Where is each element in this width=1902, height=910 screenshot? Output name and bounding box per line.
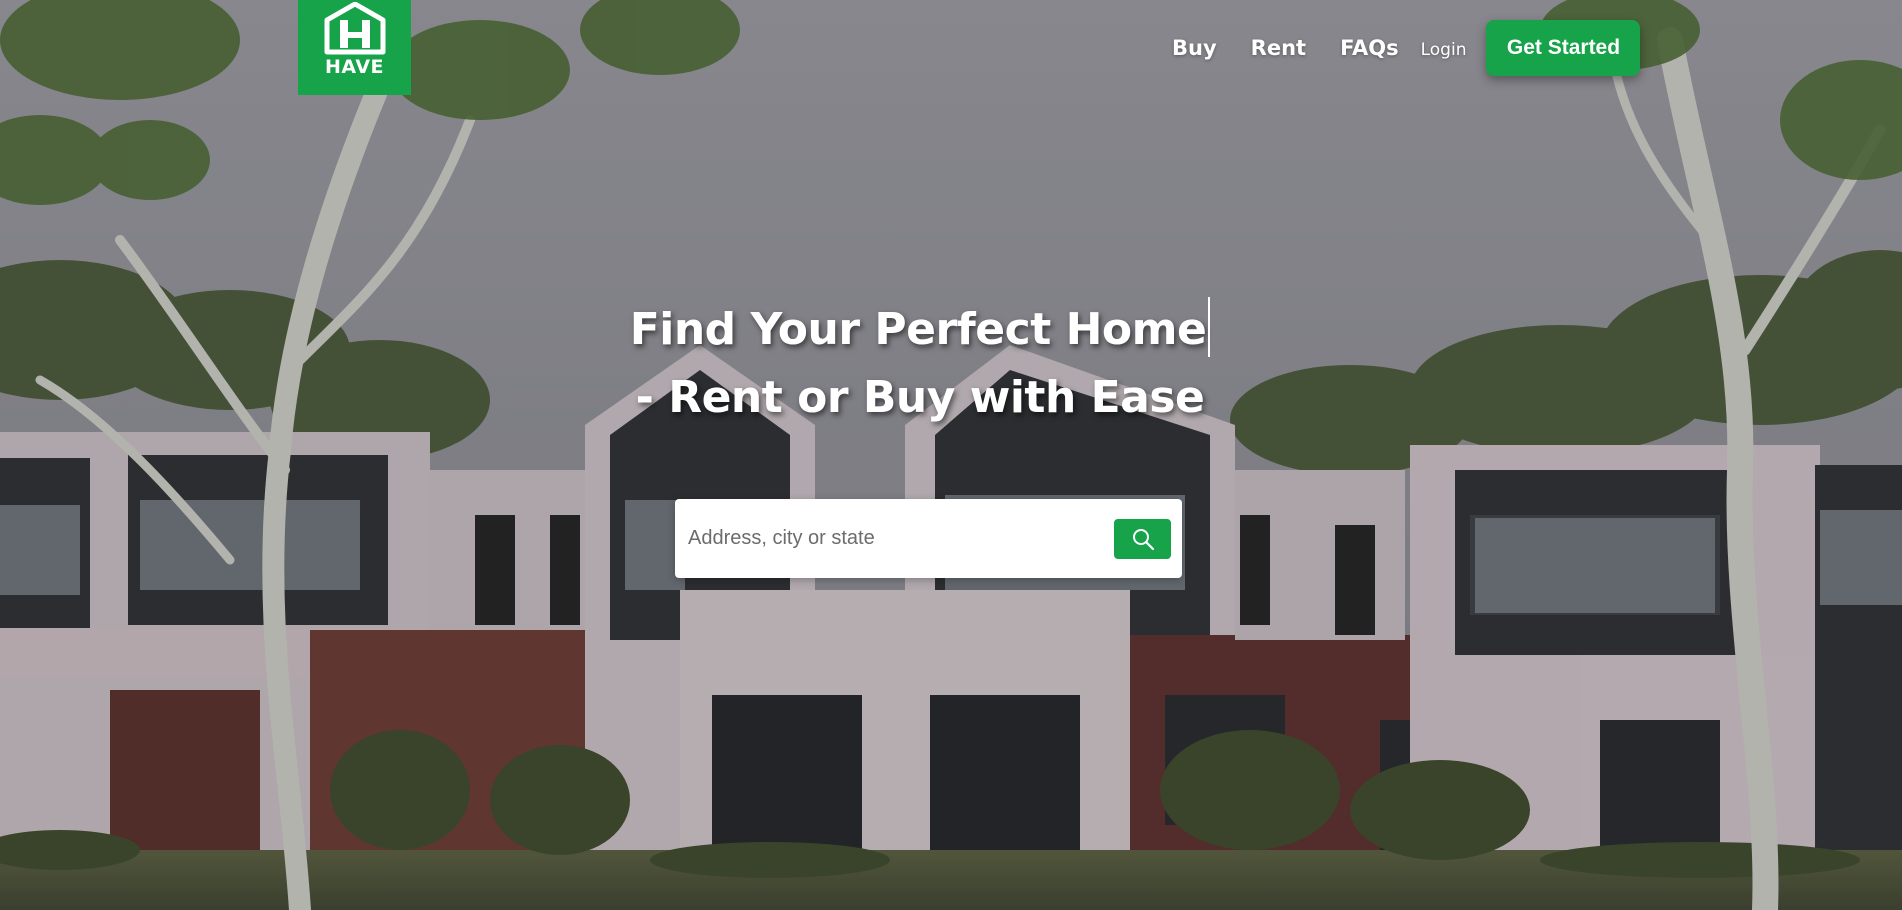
search-icon <box>1132 528 1154 550</box>
get-started-button[interactable]: Get Started <box>1486 20 1641 76</box>
hero-headline-line1: Find Your Perfect Home <box>629 304 1207 355</box>
nav-link-rent[interactable]: Rent <box>1251 36 1306 60</box>
hero-headline: Find Your Perfect Home - Rent or Buy wit… <box>560 296 1280 432</box>
search-button[interactable] <box>1114 518 1171 559</box>
brand-logo[interactable]: HAVE <box>298 0 411 95</box>
brand-name: HAVE <box>325 56 384 78</box>
main-nav: Buy Rent FAQs Login Get Started <box>1172 20 1641 76</box>
hero-headline-line2: - Rent or Buy with Ease <box>635 372 1205 423</box>
nav-link-faqs[interactable]: FAQs <box>1340 36 1399 60</box>
search-input[interactable] <box>686 517 1114 560</box>
nav-link-buy[interactable]: Buy <box>1172 36 1217 60</box>
typing-caret <box>1208 297 1211 357</box>
house-logo-icon <box>324 2 385 55</box>
search-bar <box>675 499 1182 578</box>
login-link[interactable]: Login <box>1421 40 1467 60</box>
hero-background <box>0 0 1902 910</box>
